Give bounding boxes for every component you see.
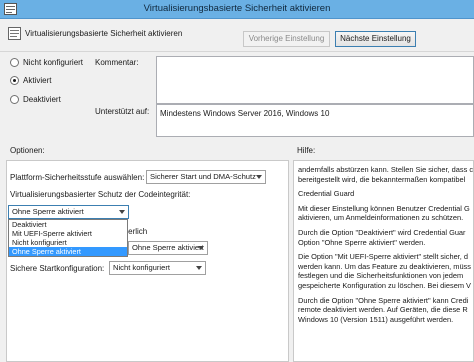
help-paragraph: Durch die Option "Ohne Sperre aktiviert"… xyxy=(298,295,469,324)
dropdown-option-uefi-lock[interactable]: Mit UEFI-Sperre aktiviert xyxy=(9,229,127,238)
policy-setting-icon xyxy=(8,27,21,40)
chevron-down-icon xyxy=(198,246,204,250)
dropdown-option-not-configured[interactable]: Nicht konfiguriert xyxy=(9,238,127,247)
radio-enabled[interactable]: Aktiviert xyxy=(10,76,51,85)
radio-label: Nicht konfiguriert xyxy=(23,58,84,67)
dropdown-option-without-lock[interactable]: Ohne Sperre aktiviert xyxy=(9,247,127,256)
code-integrity-dropdown-list: Deaktiviert Mit UEFI-Sperre aktiviert Ni… xyxy=(8,219,128,257)
help-paragraph: andernfalls abstürzen kann. Stellen Sie … xyxy=(298,165,474,184)
supported-on-label: Unterstützt auf: xyxy=(95,107,150,116)
code-integrity-label: Virtualisierungsbasierter Schutz der Cod… xyxy=(10,190,191,199)
help-paragraph: Mit dieser Einstellung können Benutzer C… xyxy=(298,203,470,223)
dropdown-option-disabled[interactable]: Deaktiviert xyxy=(9,220,127,229)
header-divider xyxy=(0,51,474,52)
radio-not-configured[interactable]: Nicht konfiguriert xyxy=(10,58,83,67)
title-bar: Virtualisierungsbasierte Sicherheit akti… xyxy=(0,0,474,19)
help-text: andernfalls abstürzen kann. Stellen Sie … xyxy=(298,165,473,329)
code-integrity-select[interactable]: Ohne Sperre aktiviert xyxy=(8,205,129,219)
credential-guard-select[interactable]: Ohne Sperre aktiviert xyxy=(128,241,208,255)
platform-security-select[interactable]: Sicherer Start und DMA-Schutz xyxy=(146,170,266,184)
radio-disabled[interactable]: Deaktiviert xyxy=(10,95,61,104)
previous-setting-button[interactable]: Vorherige Einstellung xyxy=(243,31,330,47)
policy-title: Virtualisierungsbasierte Sicherheit akti… xyxy=(25,29,183,38)
radio-circle-checked[interactable] xyxy=(10,76,19,85)
radio-label: Deaktiviert xyxy=(23,95,61,104)
radio-circle[interactable] xyxy=(10,58,19,67)
help-section-label: Hilfe: xyxy=(297,146,316,155)
comment-label: Kommentar: xyxy=(95,58,139,67)
radio-label: Aktiviert xyxy=(23,76,52,85)
help-pane[interactable]: andernfalls abstürzen kann. Stellen Sie … xyxy=(293,160,474,362)
chevron-down-icon xyxy=(256,175,262,179)
comment-textarea[interactable] xyxy=(156,56,474,104)
secure-boot-config-label: Sichere Startkonfiguration: xyxy=(10,264,105,273)
chevron-down-icon xyxy=(196,266,202,270)
help-paragraph: Durch die Option "Deaktiviert" wird Cred… xyxy=(298,227,466,247)
help-paragraph: Die Option "Mit UEFI-Sperre aktiviert" s… xyxy=(298,252,471,290)
platform-security-label: Plattform-Sicherheitsstufe auswählen: xyxy=(10,173,145,182)
supported-on-box: Mindestens Windows Server 2016, Windows … xyxy=(156,104,474,137)
options-section-label: Optionen: xyxy=(10,146,45,155)
window-title: Virtualisierungsbasierte Sicherheit akti… xyxy=(143,3,331,14)
help-paragraph: Credential Guard xyxy=(298,189,355,199)
chevron-down-icon xyxy=(119,210,125,214)
secure-boot-config-select[interactable]: Nicht konfiguriert xyxy=(109,261,206,275)
next-setting-button[interactable]: Nächste Einstellung xyxy=(335,31,416,47)
radio-circle[interactable] xyxy=(10,95,19,104)
